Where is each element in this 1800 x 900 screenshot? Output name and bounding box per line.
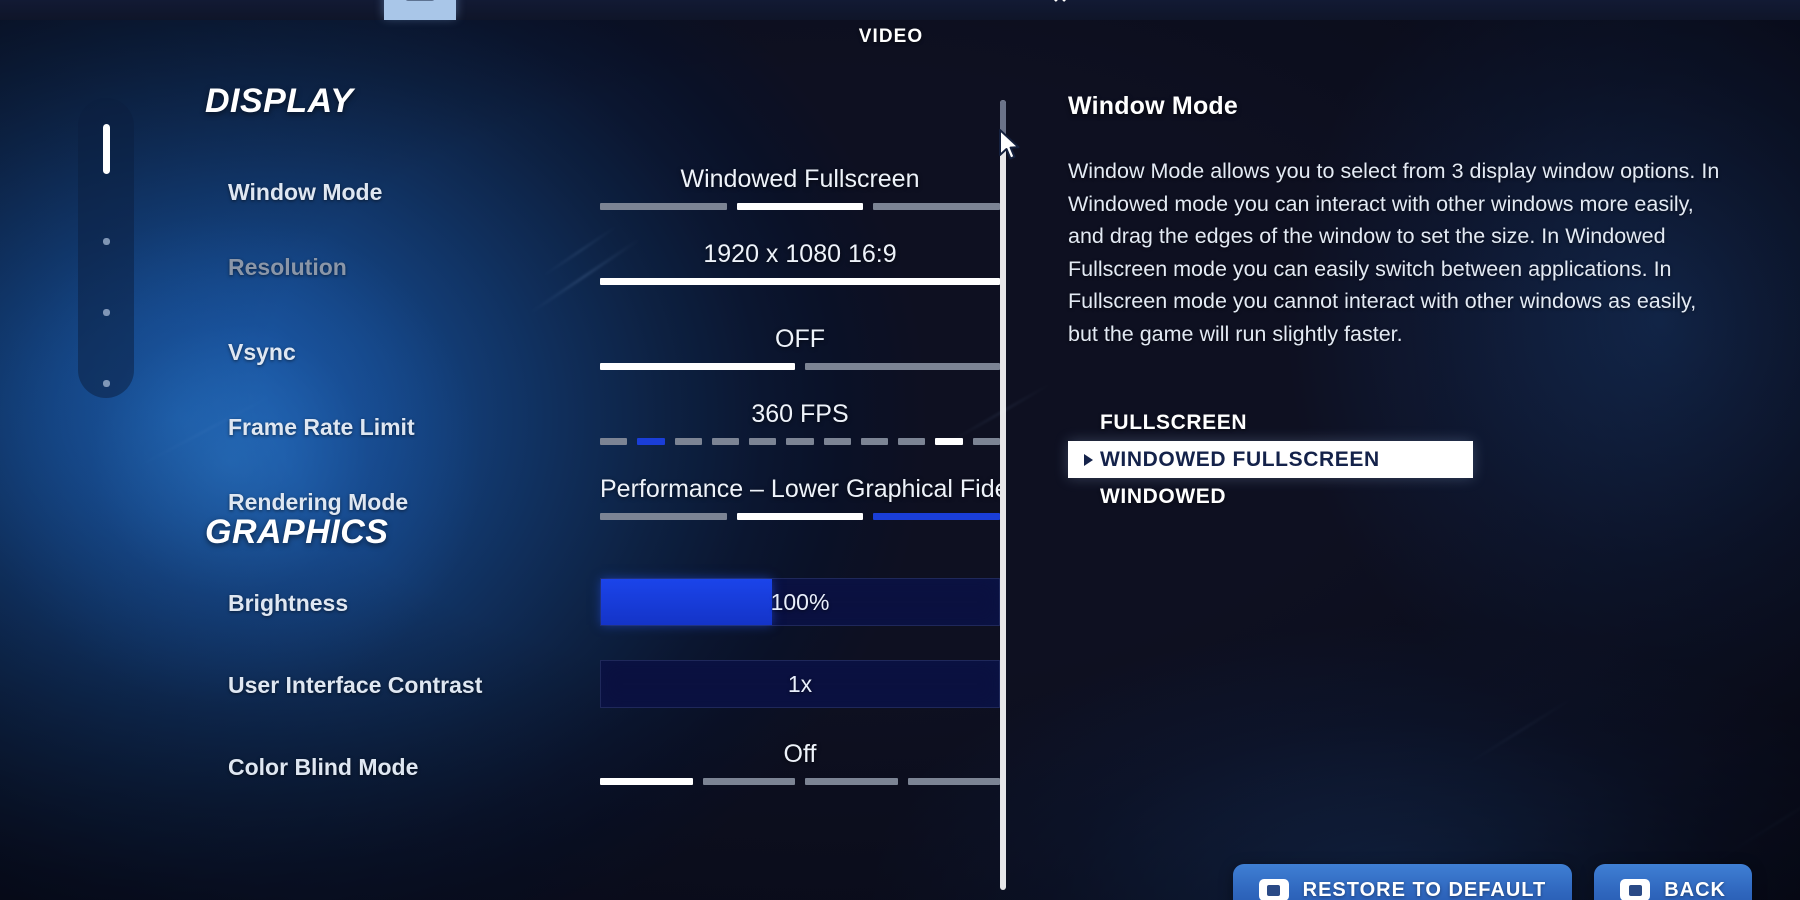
segment: [898, 438, 926, 445]
tab-account[interactable]: [1184, 0, 1256, 20]
segment: [711, 438, 740, 445]
option-item[interactable]: WINDOWED: [1068, 478, 1473, 515]
detail-title: Window Mode: [1068, 92, 1238, 120]
person-icon: [1210, 0, 1230, 1]
scrollbar-track[interactable]: [1000, 100, 1006, 890]
setting-value: 100%: [770, 588, 830, 615]
setting-control[interactable]: Windowed Fullscreen: [600, 165, 1000, 210]
detail-option-list: FULLSCREEN WINDOWED FULLSCREEN WINDOWED: [1068, 404, 1473, 515]
setting-label: Frame Rate Limit: [228, 414, 415, 440]
segment-active: [736, 513, 864, 520]
option-item-selected[interactable]: WINDOWED FULLSCREEN: [1068, 441, 1473, 478]
setting-label: Vsync: [228, 339, 296, 365]
segment-default-marker: [873, 513, 1000, 520]
setting-label: Window Mode: [228, 179, 383, 205]
setting-control[interactable]: 1920 x 1080 16:9: [600, 240, 1000, 285]
mouse-pointer-icon: [999, 129, 1020, 160]
footer-button-label: BACK: [1664, 878, 1726, 900]
setting-label: User Interface Contrast: [228, 672, 483, 698]
segment: [749, 438, 777, 445]
setting-label: Rendering Mode: [228, 489, 409, 515]
segment: [600, 203, 727, 210]
setting-segment-bar[interactable]: [600, 278, 1000, 285]
speaker-icon: [883, 0, 917, 3]
segment: [860, 438, 889, 445]
setting-segment-bar[interactable]: [600, 513, 1000, 520]
segment: [907, 778, 1000, 785]
segment-active: [600, 778, 693, 785]
segment: [873, 203, 1000, 210]
detail-panel: Window Mode Window Mode allows you to se…: [1068, 92, 1758, 515]
ellipsis-icon: [1363, 0, 1397, 3]
setting-control[interactable]: Off: [600, 740, 1000, 785]
section-heading: DISPLAY: [205, 82, 354, 120]
segment-active: [600, 363, 795, 370]
segment: [823, 438, 851, 445]
segment: [600, 438, 628, 445]
tab-game[interactable]: [544, 0, 616, 20]
tab-brightness[interactable]: [704, 0, 776, 20]
footer-actions: RESTORE TO DEFAULT BACK: [0, 852, 1800, 900]
setting-value: OFF: [775, 325, 825, 353]
setting-label: Resolution: [228, 254, 347, 280]
setting-control[interactable]: 100%: [600, 578, 1000, 626]
controller-icon: [563, 0, 597, 3]
setting-segment-bar[interactable]: [600, 438, 1000, 445]
setting-segment-bar[interactable]: [600, 778, 1000, 785]
tab-accessibility[interactable]: [1024, 0, 1096, 20]
settings-list: DISPLAY Window Mode Windowed Fullscreen Res…: [0, 40, 1000, 900]
footer-button[interactable]: RESTORE TO DEFAULT: [1232, 864, 1573, 900]
section-heading: GRAPHICS: [205, 513, 389, 551]
setting-value: Off: [783, 740, 817, 768]
setting-value: Performance – Lower Graphical Fidelity: [600, 475, 1000, 503]
key-badge-glyph: [1628, 884, 1642, 896]
key-badge-icon: [1258, 879, 1289, 900]
setting-segment-bar[interactable]: [600, 203, 1000, 210]
segment-active: [935, 438, 963, 445]
setting-value: Windowed Fullscreen: [680, 165, 920, 193]
setting-control[interactable]: OFF: [600, 325, 1000, 370]
accessibility-icon: [1054, 0, 1066, 2]
setting-label: Brightness: [228, 590, 349, 616]
setting-control[interactable]: Performance – Lower Graphical Fidelity: [600, 475, 1000, 520]
option-item[interactable]: FULLSCREEN: [1068, 404, 1473, 441]
key-badge-icon: [1620, 879, 1651, 900]
option-label: FULLSCREEN: [1100, 410, 1248, 434]
segment: [805, 363, 1000, 370]
segment-active: [600, 278, 1000, 285]
slider-fill: [601, 579, 773, 625]
tab-audio[interactable]: [864, 0, 936, 20]
detail-description: Window Mode allows you to select from 3 …: [1068, 159, 1720, 346]
setting-value: 360 FPS: [751, 400, 849, 428]
caret-right-icon: [1084, 453, 1093, 466]
setting-slider[interactable]: 1x: [600, 660, 1000, 708]
setting-value: 1920 x 1080 16:9: [703, 240, 897, 268]
setting-slider[interactable]: 100%: [600, 578, 1000, 626]
setting-value: 1x: [787, 670, 813, 697]
tab-video[interactable]: [384, 0, 456, 20]
monitor-icon: [405, 0, 435, 1]
setting-control[interactable]: 360 FPS: [600, 400, 1000, 445]
segment: [600, 513, 727, 520]
brightness-bar-icon: [723, 0, 757, 3]
segment: [972, 438, 1000, 445]
tab-more[interactable]: [1344, 0, 1416, 20]
segment: [674, 438, 702, 445]
setting-control[interactable]: 1x: [600, 660, 1000, 708]
key-badge-glyph: [1267, 884, 1281, 896]
segment: [786, 438, 814, 445]
segment: [805, 778, 898, 785]
settings-tab-bar: [0, 0, 1800, 20]
segment-default-marker: [637, 438, 665, 445]
option-label: WINDOWED FULLSCREEN: [1100, 447, 1380, 471]
option-label: WINDOWED: [1100, 484, 1227, 508]
footer-button-label: RESTORE TO DEFAULT: [1302, 878, 1547, 900]
segment-active: [736, 203, 864, 210]
segment: [702, 778, 795, 785]
setting-label: Color Blind Mode: [228, 754, 419, 780]
setting-segment-bar[interactable]: [600, 363, 1000, 370]
footer-button[interactable]: BACK: [1594, 864, 1752, 900]
